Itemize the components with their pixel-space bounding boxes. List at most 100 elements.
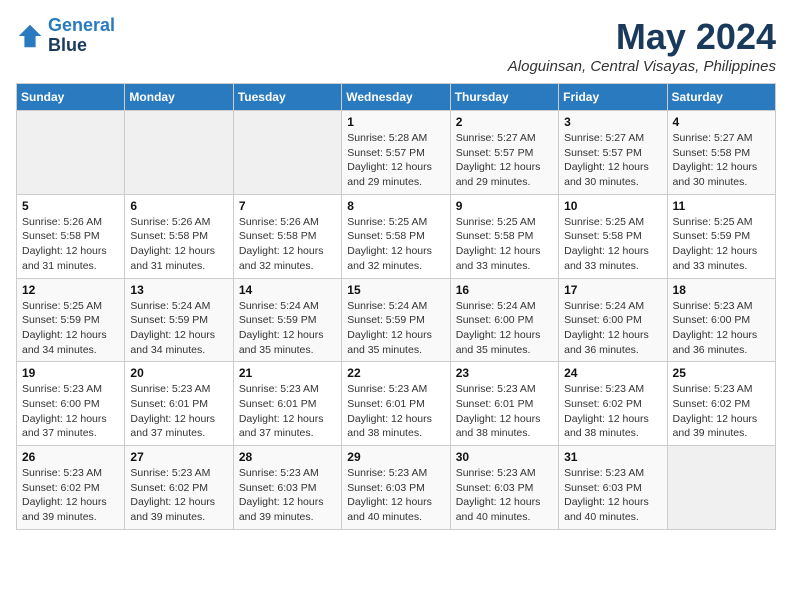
day-info: Sunrise: 5:23 AMSunset: 6:00 PMDaylight:…: [673, 299, 770, 358]
calendar-cell: 26 Sunrise: 5:23 AMSunset: 6:02 PMDayligh…: [17, 446, 125, 530]
calendar-cell: [233, 111, 341, 195]
calendar-cell: 9 Sunrise: 5:25 AMSunset: 5:58 PMDaylight…: [450, 194, 558, 278]
day-info: Sunrise: 5:26 AMSunset: 5:58 PMDaylight:…: [239, 215, 336, 274]
calendar-cell: 8 Sunrise: 5:25 AMSunset: 5:58 PMDaylight…: [342, 194, 450, 278]
calendar-cell: 16Sunrise: 5:24 AMSunset: 6:00 PMDayligh…: [450, 278, 558, 362]
day-number: 23: [456, 366, 553, 380]
day-number: 8: [347, 199, 444, 213]
calendar-week-1: 1Sunrise: 5:28 AMSunset: 5:57 PMDaylight…: [17, 111, 776, 195]
logo: General Blue: [16, 16, 115, 56]
calendar-header: SundayMondayTuesdayWednesdayThursdayFrid…: [17, 84, 776, 111]
day-info: Sunrise: 5:24 AMSunset: 5:59 PMDaylight:…: [347, 299, 444, 358]
day-number: 16: [456, 283, 553, 297]
day-info: Sunrise: 5:23 AMSunset: 6:03 PMDaylight:…: [456, 466, 553, 525]
day-info: Sunrise: 5:23 AMSunset: 6:02 PMDaylight:…: [673, 382, 770, 441]
calendar-cell: 24Sunrise: 5:23 AMSunset: 6:02 PMDayligh…: [559, 362, 667, 446]
day-info: Sunrise: 5:23 AMSunset: 6:01 PMDaylight:…: [239, 382, 336, 441]
calendar-cell: 28 Sunrise: 5:23 AMSunset: 6:03 PMDayligh…: [233, 446, 341, 530]
calendar-cell: [667, 446, 775, 530]
calendar-cell: 19 Sunrise: 5:23 AMSunset: 6:00 PMDayligh…: [17, 362, 125, 446]
day-info: Sunrise: 5:23 AMSunset: 6:00 PMDaylight:…: [22, 382, 119, 441]
location-title: Aloguinsan, Central Visayas, Philippines: [508, 58, 776, 75]
day-info: Sunrise: 5:23 AMSunset: 6:02 PMDaylight:…: [22, 466, 119, 525]
day-info: Sunrise: 5:23 AMSunset: 6:01 PMDaylight:…: [130, 382, 227, 441]
calendar-week-5: 26 Sunrise: 5:23 AMSunset: 6:02 PMDayligh…: [17, 446, 776, 530]
day-number: 11: [673, 199, 770, 213]
calendar-cell: 10 Sunrise: 5:25 AMSunset: 5:58 PMDayligh…: [559, 194, 667, 278]
day-number: 20: [130, 366, 227, 380]
day-info: Sunrise: 5:25 AMSunset: 5:59 PMDaylight:…: [673, 215, 770, 274]
day-number: 28: [239, 450, 336, 464]
day-info: Sunrise: 5:24 AMSunset: 6:00 PMDaylight:…: [564, 299, 661, 358]
day-info: Sunrise: 5:27 AMSunset: 5:57 PMDaylight:…: [456, 131, 553, 190]
day-info: Sunrise: 5:27 AMSunset: 5:58 PMDaylight:…: [673, 131, 770, 190]
day-info: Sunrise: 5:23 AMSunset: 6:02 PMDaylight:…: [130, 466, 227, 525]
day-number: 6: [130, 199, 227, 213]
calendar-cell: [125, 111, 233, 195]
calendar-cell: 7 Sunrise: 5:26 AMSunset: 5:58 PMDaylight…: [233, 194, 341, 278]
calendar-cell: 11 Sunrise: 5:25 AMSunset: 5:59 PMDayligh…: [667, 194, 775, 278]
day-number: 14: [239, 283, 336, 297]
calendar-week-4: 19 Sunrise: 5:23 AMSunset: 6:00 PMDayligh…: [17, 362, 776, 446]
day-info: Sunrise: 5:23 AMSunset: 6:01 PMDaylight:…: [347, 382, 444, 441]
day-info: Sunrise: 5:26 AMSunset: 5:58 PMDaylight:…: [130, 215, 227, 274]
calendar-cell: 12Sunrise: 5:25 AMSunset: 5:59 PMDayligh…: [17, 278, 125, 362]
day-number: 15: [347, 283, 444, 297]
day-info: Sunrise: 5:27 AMSunset: 5:57 PMDaylight:…: [564, 131, 661, 190]
day-number: 9: [456, 199, 553, 213]
calendar-cell: 21 Sunrise: 5:23 AMSunset: 6:01 PMDayligh…: [233, 362, 341, 446]
day-number: 21: [239, 366, 336, 380]
day-info: Sunrise: 5:25 AMSunset: 5:59 PMDaylight:…: [22, 299, 119, 358]
logo-text: General Blue: [48, 16, 115, 56]
day-number: 10: [564, 199, 661, 213]
weekday-header-saturday: Saturday: [667, 84, 775, 111]
calendar-cell: 27 Sunrise: 5:23 AMSunset: 6:02 PMDayligh…: [125, 446, 233, 530]
calendar-cell: [17, 111, 125, 195]
day-number: 27: [130, 450, 227, 464]
calendar-table: SundayMondayTuesdayWednesdayThursdayFrid…: [16, 83, 776, 530]
calendar-cell: 13 Sunrise: 5:24 AMSunset: 5:59 PMDayligh…: [125, 278, 233, 362]
day-info: Sunrise: 5:25 AMSunset: 5:58 PMDaylight:…: [347, 215, 444, 274]
day-number: 1: [347, 115, 444, 129]
day-number: 18: [673, 283, 770, 297]
calendar-cell: 15 Sunrise: 5:24 AMSunset: 5:59 PMDayligh…: [342, 278, 450, 362]
day-info: Sunrise: 5:25 AMSunset: 5:58 PMDaylight:…: [564, 215, 661, 274]
weekday-header-monday: Monday: [125, 84, 233, 111]
calendar-week-3: 12Sunrise: 5:25 AMSunset: 5:59 PMDayligh…: [17, 278, 776, 362]
calendar-cell: 4Sunrise: 5:27 AMSunset: 5:58 PMDaylight…: [667, 111, 775, 195]
day-info: Sunrise: 5:23 AMSunset: 6:03 PMDaylight:…: [564, 466, 661, 525]
day-info: Sunrise: 5:24 AMSunset: 5:59 PMDaylight:…: [130, 299, 227, 358]
calendar-cell: 5Sunrise: 5:26 AMSunset: 5:58 PMDaylight…: [17, 194, 125, 278]
weekday-header-wednesday: Wednesday: [342, 84, 450, 111]
day-number: 26: [22, 450, 119, 464]
calendar-cell: 3Sunrise: 5:27 AMSunset: 5:57 PMDaylight…: [559, 111, 667, 195]
calendar-cell: 29 Sunrise: 5:23 AMSunset: 6:03 PMDayligh…: [342, 446, 450, 530]
calendar-cell: 23 Sunrise: 5:23 AMSunset: 6:01 PMDayligh…: [450, 362, 558, 446]
day-info: Sunrise: 5:23 AMSunset: 6:03 PMDaylight:…: [239, 466, 336, 525]
day-number: 29: [347, 450, 444, 464]
calendar-cell: 18 Sunrise: 5:23 AMSunset: 6:00 PMDayligh…: [667, 278, 775, 362]
calendar-cell: 30Sunrise: 5:23 AMSunset: 6:03 PMDayligh…: [450, 446, 558, 530]
day-info: Sunrise: 5:23 AMSunset: 6:03 PMDaylight:…: [347, 466, 444, 525]
day-number: 25: [673, 366, 770, 380]
calendar-cell: 6 Sunrise: 5:26 AMSunset: 5:58 PMDaylight…: [125, 194, 233, 278]
calendar-week-2: 5Sunrise: 5:26 AMSunset: 5:58 PMDaylight…: [17, 194, 776, 278]
calendar-body: 1Sunrise: 5:28 AMSunset: 5:57 PMDaylight…: [17, 111, 776, 530]
weekday-header-tuesday: Tuesday: [233, 84, 341, 111]
day-number: 7: [239, 199, 336, 213]
day-info: Sunrise: 5:24 AMSunset: 5:59 PMDaylight:…: [239, 299, 336, 358]
calendar-cell: 22 Sunrise: 5:23 AMSunset: 6:01 PMDayligh…: [342, 362, 450, 446]
calendar-cell: 17 Sunrise: 5:24 AMSunset: 6:00 PMDayligh…: [559, 278, 667, 362]
title-block: May 2024 Aloguinsan, Central Visayas, Ph…: [508, 16, 776, 75]
calendar-cell: 14 Sunrise: 5:24 AMSunset: 5:59 PMDayligh…: [233, 278, 341, 362]
day-info: Sunrise: 5:26 AMSunset: 5:58 PMDaylight:…: [22, 215, 119, 274]
day-number: 17: [564, 283, 661, 297]
day-number: 22: [347, 366, 444, 380]
day-info: Sunrise: 5:25 AMSunset: 5:58 PMDaylight:…: [456, 215, 553, 274]
day-number: 19: [22, 366, 119, 380]
weekday-header-sunday: Sunday: [17, 84, 125, 111]
logo-icon: [16, 22, 44, 50]
day-info: Sunrise: 5:23 AMSunset: 6:01 PMDaylight:…: [456, 382, 553, 441]
day-number: 2: [456, 115, 553, 129]
day-number: 13: [130, 283, 227, 297]
